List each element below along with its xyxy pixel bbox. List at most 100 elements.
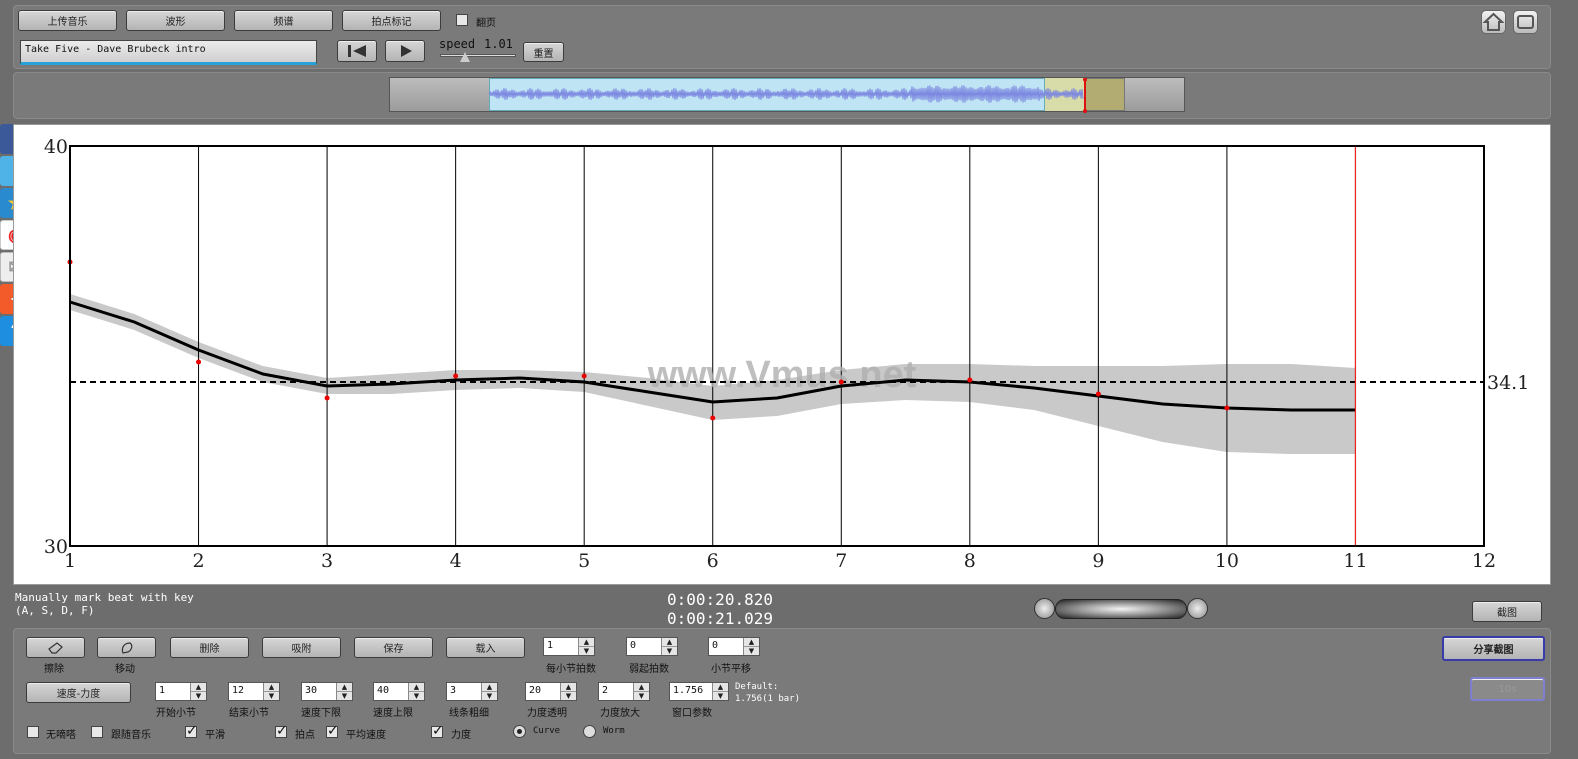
no-vibrato-checkbox[interactable] bbox=[27, 726, 39, 738]
stepper-up-icon[interactable]: ▲ bbox=[713, 683, 728, 691]
stepper-down-icon[interactable]: ▼ bbox=[409, 691, 424, 700]
snap-button[interactable]: 吸附 bbox=[262, 637, 341, 658]
chart-area[interactable]: www.Vmus.net 34.1 1 2 3 4 5 6 7 8 9 10 11 12 30 40 bbox=[13, 124, 1551, 585]
smooth-label: 平滑 bbox=[205, 730, 225, 741]
stepper-up-icon[interactable]: ▲ bbox=[264, 683, 279, 691]
plot-frame bbox=[69, 145, 1485, 547]
window-param-value: 1.756 bbox=[673, 685, 704, 696]
smooth-checkbox[interactable] bbox=[185, 723, 198, 739]
x-tick-label: 7 bbox=[835, 550, 847, 572]
prev-button[interactable] bbox=[337, 40, 377, 62]
stepper-up-icon[interactable]: ▲ bbox=[561, 683, 576, 691]
dyn-scale-value: 2 bbox=[602, 685, 609, 696]
beats-checkbox[interactable] bbox=[275, 723, 288, 739]
hint-line-2: (A, S, D, F) bbox=[15, 604, 95, 617]
bar-shift-stepper[interactable]: 0 ▲ ▼ bbox=[708, 637, 760, 656]
stepper-down-icon[interactable]: ▼ bbox=[579, 646, 594, 655]
page-flip-checkbox[interactable] bbox=[456, 14, 468, 26]
beats-per-bar-stepper[interactable]: 1 ▲ ▼ bbox=[543, 637, 595, 656]
curve-radio[interactable] bbox=[513, 725, 526, 738]
reset-speed-button[interactable]: 重置 bbox=[523, 42, 564, 62]
load-button[interactable]: 载入 bbox=[446, 637, 525, 658]
stepper-up-icon[interactable]: ▲ bbox=[744, 638, 759, 646]
share-screenshot-button[interactable]: 分享截图 bbox=[1442, 636, 1545, 661]
tempo-max-stepper[interactable]: 40 ▲ ▼ bbox=[373, 682, 425, 701]
start-bar-stepper[interactable]: 1 ▲ ▼ bbox=[155, 682, 207, 701]
x-tick-label: 2 bbox=[192, 550, 204, 572]
stepper-up-icon[interactable]: ▲ bbox=[409, 683, 424, 691]
zoom-slider[interactable] bbox=[1055, 599, 1187, 619]
erase-label: 擦除 bbox=[44, 664, 64, 675]
stepper-up-icon[interactable]: ▲ bbox=[337, 683, 352, 691]
follow-music-checkbox[interactable] bbox=[91, 726, 103, 738]
tempo-max-value: 40 bbox=[377, 685, 390, 696]
tempo-min-stepper[interactable]: 30 ▲ ▼ bbox=[301, 682, 353, 701]
waveform-button[interactable]: 波形 bbox=[126, 10, 225, 31]
track-title-field[interactable]: Take Five - Dave Brubeck intro bbox=[20, 40, 317, 65]
mode-button[interactable]: 速度-力度 bbox=[26, 682, 131, 703]
zoom-out-icon[interactable] bbox=[1187, 598, 1208, 619]
end-bar-stepper[interactable]: 12 ▲ ▼ bbox=[228, 682, 280, 701]
dyn-alpha-label: 力度透明 bbox=[527, 708, 567, 719]
follow-music-label: 跟随音乐 bbox=[111, 730, 151, 741]
dyn-alpha-value: 20 bbox=[529, 685, 542, 696]
dyn-alpha-stepper[interactable]: 20 ▲ ▼ bbox=[525, 682, 577, 701]
beat-point bbox=[453, 373, 459, 379]
end-bar-value: 12 bbox=[232, 685, 245, 696]
weak-beat-stepper[interactable]: 0 ▲ ▼ bbox=[626, 637, 678, 656]
worm-radio[interactable] bbox=[583, 725, 596, 738]
spectrum-button[interactable]: 频谱 bbox=[234, 10, 333, 31]
line-width-value: 3 bbox=[450, 685, 457, 696]
stepper-down-icon[interactable]: ▼ bbox=[264, 691, 279, 700]
screenshot-button[interactable]: 截图 bbox=[1472, 601, 1542, 622]
delete-button[interactable]: 删除 bbox=[170, 637, 249, 658]
dyn-scale-label: 力度放大 bbox=[600, 708, 640, 719]
window-param-stepper[interactable]: 1.756 ▲ ▼ bbox=[669, 682, 729, 701]
time-current: 0:00:20.820 bbox=[667, 590, 773, 609]
home-icon[interactable] bbox=[1481, 10, 1506, 34]
fullscreen-icon[interactable] bbox=[1513, 10, 1538, 34]
dynamics-checkbox[interactable] bbox=[431, 723, 444, 739]
move-label: 移动 bbox=[115, 664, 135, 675]
beat-point bbox=[196, 359, 202, 365]
stepper-up-icon[interactable]: ▲ bbox=[579, 638, 594, 646]
overview-waveform[interactable] bbox=[389, 77, 1185, 113]
avg-tempo-label: 平均速度 bbox=[346, 730, 386, 741]
move-icon bbox=[121, 641, 132, 654]
stepper-up-icon[interactable]: ▲ bbox=[662, 638, 677, 646]
move-button[interactable] bbox=[97, 637, 156, 658]
default-hint: Default: 1.756(1 bar) bbox=[735, 681, 800, 705]
speed-slider-track[interactable] bbox=[440, 54, 516, 57]
beats-label: 拍点 bbox=[295, 730, 315, 741]
default-hint-line-1: Default: bbox=[735, 682, 779, 692]
play-button[interactable] bbox=[385, 40, 425, 62]
stepper-down-icon[interactable]: ▼ bbox=[482, 691, 497, 700]
stepper-down-icon[interactable]: ▼ bbox=[744, 646, 759, 655]
save-button[interactable]: 保存 bbox=[354, 637, 433, 658]
dyn-scale-stepper[interactable]: 2 ▲ ▼ bbox=[598, 682, 650, 701]
stepper-down-icon[interactable]: ▼ bbox=[713, 691, 728, 700]
tempo-min-label: 速度下限 bbox=[301, 708, 341, 719]
overview-wave-svg bbox=[488, 78, 1087, 113]
stepper-down-icon[interactable]: ▼ bbox=[634, 691, 649, 700]
x-tick-label: 5 bbox=[578, 550, 590, 572]
stepper-down-icon[interactable]: ▼ bbox=[662, 646, 677, 655]
stepper-down-icon[interactable]: ▼ bbox=[337, 691, 352, 700]
stepper-down-icon[interactable]: ▼ bbox=[191, 691, 206, 700]
stepper-up-icon[interactable]: ▲ bbox=[634, 683, 649, 691]
erase-button[interactable] bbox=[26, 637, 85, 658]
speed-slider-thumb[interactable] bbox=[460, 52, 470, 62]
upload-music-button[interactable]: 上传音乐 bbox=[18, 10, 117, 31]
default-hint-line-2: 1.756(1 bar) bbox=[735, 694, 801, 704]
tempo-chart[interactable]: www.Vmus.net 34.11 2 3 4 5 6 7 8 9 10 11 123040 bbox=[14, 125, 1550, 584]
zoom-control[interactable] bbox=[1034, 597, 1208, 621]
stepper-up-icon[interactable]: ▲ bbox=[191, 683, 206, 691]
stepper-up-icon[interactable]: ▲ bbox=[482, 683, 497, 691]
line-width-stepper[interactable]: 3 ▲ ▼ bbox=[446, 682, 498, 701]
zoom-in-icon[interactable] bbox=[1034, 598, 1055, 619]
avg-tempo-checkbox[interactable] bbox=[326, 723, 339, 739]
curve-label: Curve bbox=[533, 726, 561, 736]
stepper-down-icon[interactable]: ▼ bbox=[561, 691, 576, 700]
beat-mark-button[interactable]: 拍点标记 bbox=[342, 10, 441, 31]
disabled-button: 10s bbox=[1470, 677, 1545, 701]
